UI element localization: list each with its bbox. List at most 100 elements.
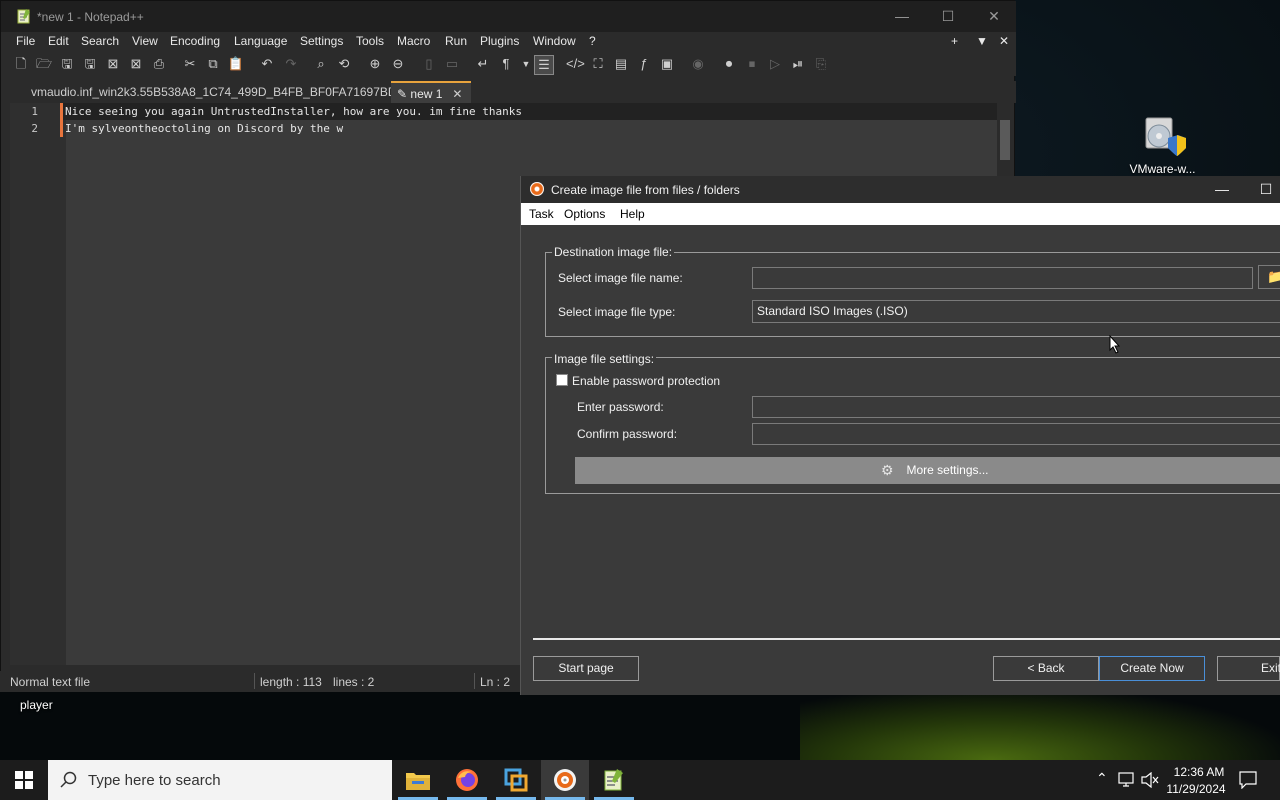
exit-button[interactable]: Exit bbox=[1217, 656, 1280, 681]
dialog-menu-help[interactable]: Help bbox=[620, 207, 645, 221]
taskbar-notepad-plus-plus[interactable] bbox=[590, 760, 638, 800]
taskbar-firefox[interactable] bbox=[443, 760, 491, 800]
notepad-close-button[interactable]: ✕ bbox=[971, 1, 1017, 32]
notepad-titlebar[interactable]: *new 1 - Notepad++ — ☐ ✕ bbox=[1, 1, 1016, 32]
create-now-button[interactable]: Create Now bbox=[1099, 656, 1205, 681]
close-file-icon[interactable]: ⊠ bbox=[104, 55, 122, 73]
image-file-name-input[interactable] bbox=[752, 267, 1253, 289]
notepad-minimize-button[interactable]: — bbox=[879, 1, 925, 32]
taskbar-file-explorer[interactable] bbox=[394, 760, 442, 800]
folder-workspace-icon[interactable]: ▣ bbox=[658, 55, 676, 73]
vmware-installer-desktop-icon[interactable]: VMware-w... bbox=[1125, 110, 1200, 180]
enter-password-input[interactable] bbox=[752, 396, 1280, 418]
print-icon[interactable]: ⎙ bbox=[150, 55, 168, 73]
run-macro-multiple-icon[interactable]: ⏯ bbox=[789, 55, 807, 73]
menu-edit[interactable]: Edit bbox=[48, 34, 69, 48]
tab-new-1[interactable]: ✎ new 1 ✕ bbox=[391, 81, 471, 103]
play-macro-icon[interactable]: ▷ bbox=[766, 55, 784, 73]
menu-language[interactable]: Language bbox=[234, 34, 287, 48]
tab-vmaudio[interactable]: vmaudio.inf_win2k3.55B538A8_1C74_499D_B4… bbox=[25, 81, 423, 103]
menu-file[interactable]: File bbox=[16, 34, 35, 48]
clock-date[interactable]: 11/29/2024 bbox=[1164, 782, 1228, 796]
record-macro-icon[interactable]: ⏺ bbox=[720, 55, 738, 73]
menu-view[interactable]: View bbox=[132, 34, 158, 48]
show-hidden-icons-chevron-icon[interactable]: ⌃ bbox=[1096, 770, 1108, 787]
notepad-plus-plus-icon bbox=[604, 769, 623, 791]
save-all-icon[interactable]: 🖫 bbox=[81, 55, 99, 73]
back-button[interactable]: < Back bbox=[993, 656, 1099, 681]
menu-encoding[interactable]: Encoding bbox=[170, 34, 220, 48]
tab-list-dropdown-icon[interactable]: ▼ bbox=[976, 34, 988, 48]
dialog-menu-options[interactable]: Options bbox=[564, 207, 605, 221]
destination-legend: Destination image file: bbox=[552, 245, 675, 259]
notepad-tab-bar: vmaudio.inf_win2k3.55B538A8_1C74_499D_B4… bbox=[1, 81, 1016, 103]
show-chars-dropdown-icon[interactable]: ▼ bbox=[517, 55, 535, 73]
menu-macro[interactable]: Macro bbox=[397, 34, 430, 48]
dialog-menu-task[interactable]: Task bbox=[529, 207, 554, 221]
cut-icon[interactable]: ✂ bbox=[181, 55, 199, 73]
monitoring-icon[interactable]: ◉ bbox=[689, 55, 707, 73]
dialog-maximize-button[interactable]: ☐ bbox=[1243, 176, 1280, 203]
menu-tools[interactable]: Tools bbox=[356, 34, 384, 48]
tab-close-icon[interactable]: ✕ bbox=[452, 87, 462, 101]
find-icon[interactable]: ⌕ bbox=[312, 55, 330, 73]
zoom-in-icon[interactable]: ⊕ bbox=[366, 55, 384, 73]
menu-plugins[interactable]: Plugins bbox=[480, 34, 519, 48]
network-icon[interactable] bbox=[1118, 772, 1136, 788]
sync-vertical-icon[interactable]: ▯ bbox=[420, 55, 438, 73]
status-divider bbox=[254, 673, 255, 689]
more-settings-button[interactable]: ⚙ More settings... bbox=[575, 457, 1280, 484]
indent-guide-icon[interactable]: ☰ bbox=[534, 55, 554, 75]
function-list-icon[interactable]: ƒ bbox=[635, 55, 653, 73]
word-wrap-icon[interactable]: ↵ bbox=[474, 55, 492, 73]
menu-settings[interactable]: Settings bbox=[300, 34, 343, 48]
menu-help[interactable]: ? bbox=[589, 34, 596, 48]
document-map-icon[interactable]: ⛶ bbox=[589, 55, 607, 73]
taskbar-vmware-app[interactable] bbox=[492, 760, 540, 800]
dialog-minimize-button[interactable]: — bbox=[1199, 176, 1245, 203]
save-macro-icon[interactable]: ⎘ bbox=[812, 55, 830, 73]
dialog-titlebar[interactable]: Create image file from files / folders —… bbox=[521, 176, 1280, 203]
open-file-icon[interactable]: 🗁 bbox=[35, 55, 53, 73]
scrollbar-thumb[interactable] bbox=[1000, 120, 1010, 160]
editor-line: Nice seeing you again UntrustedInstaller… bbox=[65, 105, 522, 118]
show-all-chars-icon[interactable]: ¶ bbox=[497, 55, 515, 73]
search-icon bbox=[60, 771, 77, 788]
image-file-type-select[interactable]: Standard ISO Images (.ISO) bbox=[752, 300, 1280, 323]
redo-icon[interactable]: ↷ bbox=[282, 55, 300, 73]
clock-time[interactable]: 12:36 AM bbox=[1170, 765, 1228, 779]
replace-icon[interactable]: ⟲ bbox=[335, 55, 353, 73]
save-icon[interactable]: 🖫 bbox=[58, 55, 76, 73]
new-tab-plus-icon[interactable]: + bbox=[951, 34, 958, 48]
tab-label: vmaudio.inf_win2k3.55B538A8_1C74_499D_B4… bbox=[31, 85, 397, 99]
copy-icon[interactable]: ⧉ bbox=[204, 55, 222, 73]
status-lines: lines : 2 bbox=[333, 675, 375, 689]
taskbar-disc-imaging-app[interactable] bbox=[541, 760, 589, 800]
start-button[interactable] bbox=[0, 760, 48, 800]
undo-icon[interactable]: ↶ bbox=[258, 55, 276, 73]
menu-window[interactable]: Window bbox=[533, 34, 576, 48]
zoom-out-icon[interactable]: ⊖ bbox=[389, 55, 407, 73]
notifications-icon[interactable] bbox=[1239, 771, 1257, 789]
enter-password-label: Enter password: bbox=[577, 400, 664, 414]
stop-macro-icon[interactable]: ⏹ bbox=[743, 55, 761, 73]
menu-run[interactable]: Run bbox=[445, 34, 467, 48]
close-document-icon[interactable]: ✕ bbox=[999, 34, 1009, 48]
browse-folder-button[interactable]: 📁 bbox=[1258, 265, 1280, 289]
notepad-maximize-button[interactable]: ☐ bbox=[925, 1, 971, 32]
volume-muted-icon[interactable] bbox=[1141, 772, 1159, 788]
confirm-password-input[interactable] bbox=[752, 423, 1280, 445]
paste-icon[interactable]: 📋 bbox=[227, 55, 245, 73]
start-page-button[interactable]: Start page bbox=[533, 656, 639, 681]
close-all-icon[interactable]: ⊠ bbox=[127, 55, 145, 73]
tab-label: new 1 bbox=[410, 87, 443, 101]
user-language-icon[interactable]: </> bbox=[566, 55, 585, 73]
password-protection-label[interactable]: Enable password protection bbox=[572, 374, 720, 388]
menu-search[interactable]: Search bbox=[81, 34, 119, 48]
status-divider bbox=[474, 673, 475, 689]
new-file-icon[interactable]: 🗋 bbox=[12, 55, 30, 73]
line-number: 1 bbox=[31, 105, 38, 118]
password-protection-checkbox[interactable] bbox=[556, 374, 568, 386]
sync-horizontal-icon[interactable]: ▭ bbox=[443, 55, 461, 73]
document-list-icon[interactable]: ▤ bbox=[612, 55, 630, 73]
